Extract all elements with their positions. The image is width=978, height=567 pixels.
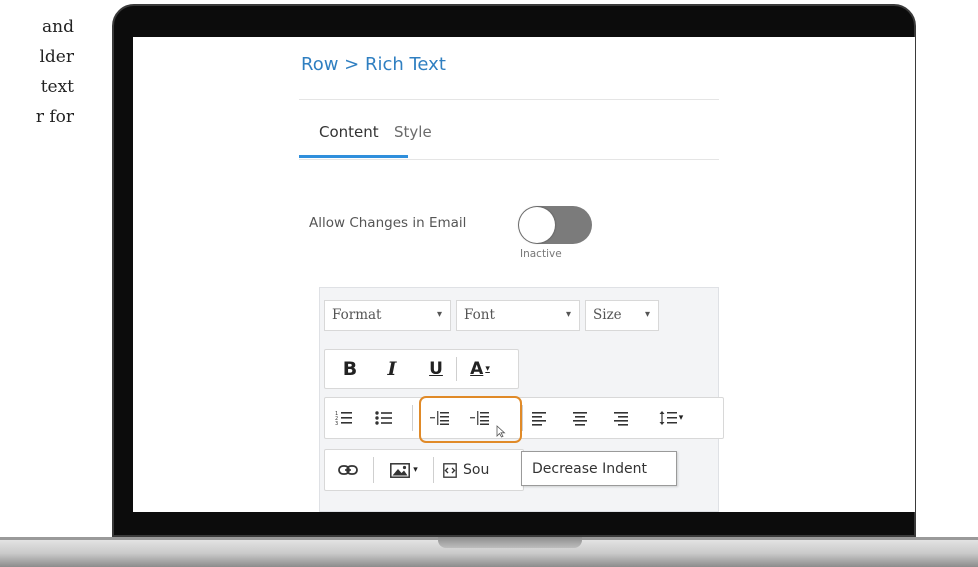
link-icon [338, 465, 358, 475]
align-center-icon [573, 411, 587, 426]
divider [299, 159, 719, 160]
source-icon [443, 462, 457, 478]
font-dropdown-label: Font [464, 307, 495, 323]
text-color-button[interactable]: A ▾ [463, 353, 497, 385]
chevron-down-icon: ▾ [436, 309, 442, 320]
align-left-button[interactable] [525, 402, 555, 434]
image-icon [390, 462, 411, 478]
side-text-line: and [42, 17, 74, 37]
chevron-down-icon: ▾ [565, 309, 571, 320]
font-dropdown[interactable]: Font ▾ [456, 300, 580, 331]
allow-changes-toggle[interactable] [518, 206, 592, 244]
tab-style[interactable]: Style [394, 123, 432, 141]
toolbar-separator [522, 405, 523, 431]
active-tab-indicator [299, 155, 408, 158]
side-text-line: r for [35, 107, 74, 127]
tooltip: Decrease Indent [521, 451, 677, 486]
toolbar-separator [433, 457, 434, 483]
toolbar-separator [456, 357, 457, 381]
side-text-line: lder [39, 47, 74, 67]
toolbar-separator [412, 405, 413, 431]
chevron-down-icon: ▾ [413, 465, 418, 475]
numbered-list-icon: 1 2 3 [335, 411, 352, 426]
size-dropdown[interactable]: Size ▾ [585, 300, 659, 331]
chevron-down-icon: ▾ [485, 364, 490, 374]
text-color-icon: A [470, 359, 484, 379]
line-height-button[interactable]: ▾ [650, 402, 692, 434]
align-center-button[interactable] [565, 402, 595, 434]
divider [299, 99, 719, 100]
format-dropdown[interactable]: Format ▾ [324, 300, 451, 331]
link-button[interactable] [331, 454, 365, 486]
bold-button[interactable]: B [331, 353, 369, 385]
source-button[interactable]: Sou [443, 454, 519, 486]
image-button[interactable]: ▾ [381, 454, 427, 486]
side-text-line: text [40, 77, 74, 97]
toggle-state-label: Inactive [520, 248, 562, 260]
source-label: Sou [463, 462, 490, 478]
laptop-notch [438, 537, 582, 548]
line-height-icon [659, 411, 677, 425]
format-dropdown-label: Format [332, 307, 382, 323]
laptop-screen: Row > Rich Text Content Style Allow Chan… [133, 37, 915, 512]
side-text: and lder text r for [0, 12, 74, 132]
bulleted-list-icon [375, 411, 392, 425]
breadcrumb[interactable]: Row > Rich Text [301, 54, 446, 75]
tab-content[interactable]: Content [319, 123, 379, 141]
align-left-icon [532, 411, 546, 426]
chevron-down-icon: ▾ [678, 413, 684, 423]
allow-changes-label: Allow Changes in Email [309, 215, 467, 231]
chevron-down-icon: ▾ [644, 309, 650, 320]
indent-buttons-highlight [419, 396, 522, 443]
align-right-button[interactable] [605, 402, 635, 434]
toggle-knob [519, 207, 555, 243]
italic-button[interactable]: I [373, 353, 411, 385]
toolbar-separator [373, 457, 374, 483]
svg-text:3: 3 [335, 421, 338, 426]
underline-button[interactable]: U [417, 353, 455, 385]
size-dropdown-label: Size [593, 307, 622, 323]
bulleted-list-button[interactable] [369, 402, 399, 434]
numbered-list-button[interactable]: 1 2 3 [329, 402, 359, 434]
align-right-icon [614, 411, 628, 426]
